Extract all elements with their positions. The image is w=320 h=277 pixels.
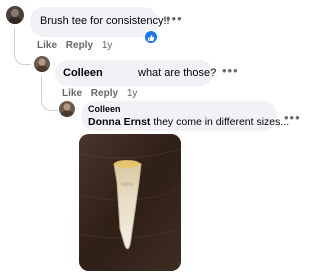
photo-image — [79, 134, 181, 271]
like-link[interactable]: Like — [62, 88, 82, 99]
comment-bubble: Colleen what are those? — [55, 60, 217, 86]
reply-link[interactable]: Reply — [66, 40, 93, 51]
avatar[interactable] — [6, 6, 24, 24]
avatar[interactable] — [59, 101, 75, 117]
like-icon — [144, 30, 158, 44]
comment-photo[interactable] — [79, 134, 181, 271]
thread-connector — [41, 76, 58, 111]
comment-text: Brush tee for consistency!! — [40, 15, 170, 27]
more-icon[interactable]: ••• — [222, 64, 239, 77]
comment-actions: Like Reply 1y — [37, 40, 118, 51]
timestamp: 1y — [101, 40, 113, 51]
comment-text-line: Donna Ernst they come in different sizes… — [88, 116, 289, 128]
comment-author[interactable]: Colleen — [63, 67, 103, 79]
comment-text: they come in different sizes... — [150, 116, 290, 128]
like-link[interactable]: Like — [37, 40, 57, 51]
comment-actions: Like Reply 1y — [62, 88, 143, 99]
reply-link[interactable]: Reply — [91, 88, 118, 99]
timestamp: 1y — [126, 88, 138, 99]
comment-text: what are those? — [138, 67, 217, 79]
mention-link[interactable]: Donna Ernst — [88, 116, 150, 128]
thread-connector — [14, 28, 31, 65]
comment-bubble: Colleen Donna Ernst they come in differe… — [81, 101, 289, 131]
avatar[interactable] — [34, 56, 50, 72]
comment-bubble: Brush tee for consistency!! — [30, 7, 170, 37]
comment-author[interactable]: Colleen — [88, 104, 121, 114]
more-icon[interactable]: ••• — [284, 111, 301, 124]
more-icon[interactable]: ••• — [166, 12, 183, 25]
